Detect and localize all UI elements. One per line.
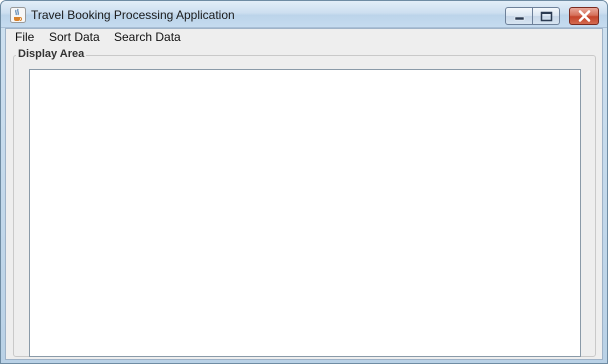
- client-area: File Sort Data Search Data Display Area: [5, 28, 603, 360]
- menu-search-data[interactable]: Search Data: [112, 30, 183, 44]
- maximize-button[interactable]: [533, 7, 560, 25]
- maximize-icon: [540, 11, 553, 22]
- close-button[interactable]: [569, 7, 599, 25]
- close-icon: [578, 10, 591, 22]
- title-bar[interactable]: Travel Booking Processing Application: [1, 1, 607, 28]
- window-title: Travel Booking Processing Application: [31, 8, 235, 22]
- menu-file[interactable]: File: [13, 30, 36, 44]
- display-text-area[interactable]: [29, 69, 581, 357]
- minimize-button[interactable]: [505, 7, 533, 25]
- app-window: Travel Booking Processing Application Fi…: [0, 0, 608, 364]
- menu-sort-data[interactable]: Sort Data: [47, 30, 102, 44]
- display-area-title: Display Area: [16, 48, 87, 60]
- java-coffee-cup-icon[interactable]: [10, 7, 26, 23]
- menu-bar: File Sort Data Search Data: [6, 29, 602, 46]
- minimize-icon: [514, 16, 525, 21]
